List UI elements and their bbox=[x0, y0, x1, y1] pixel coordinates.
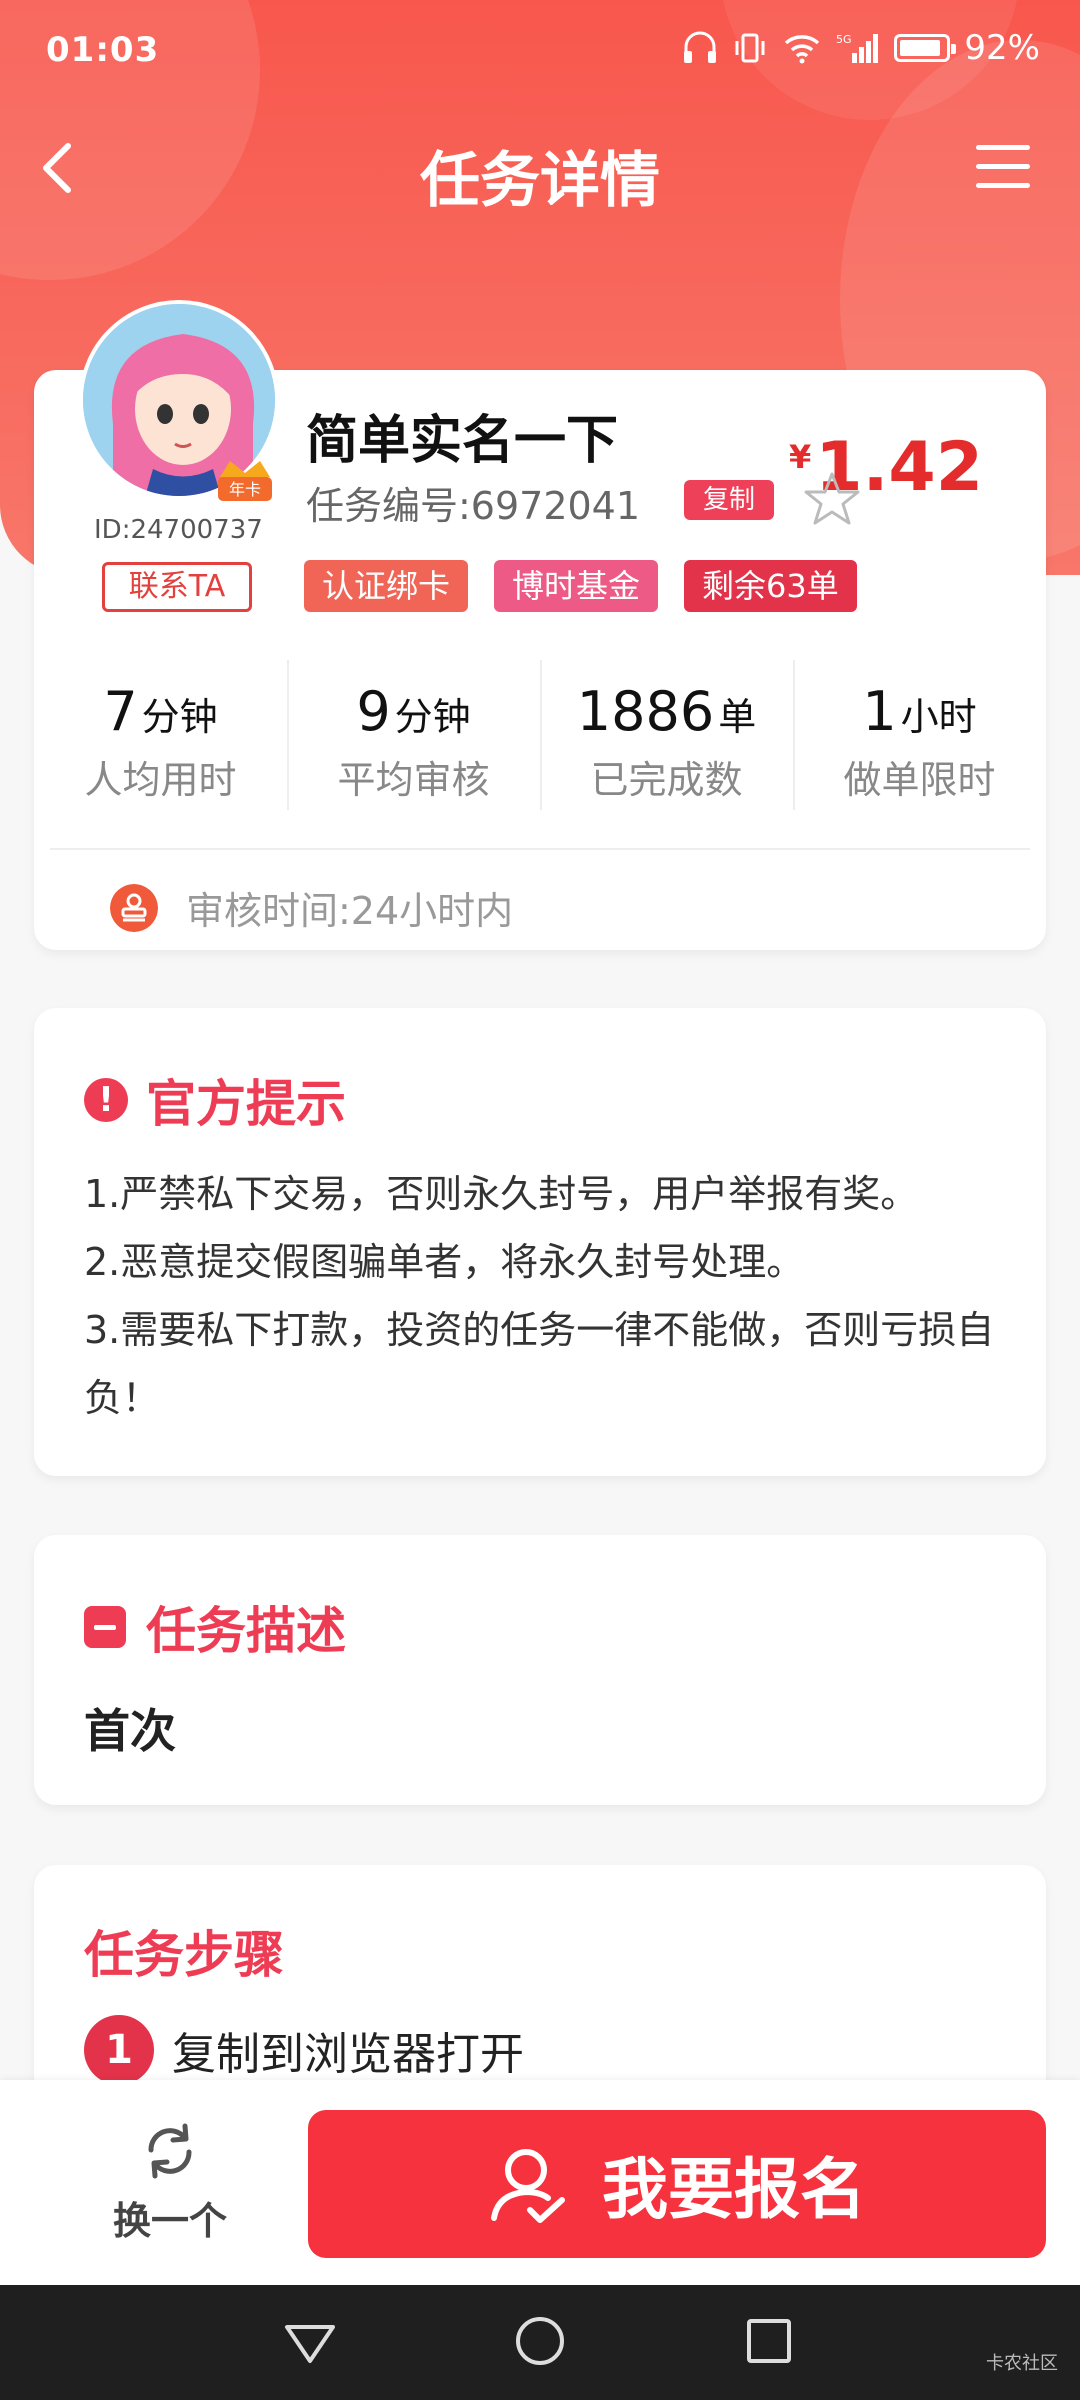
official-notice-card: ! 官方提示 1.严禁私下交易，否则永久封号，用户举报有奖。 2.恶意提交假图骗… bbox=[34, 1008, 1046, 1476]
vibrate-icon bbox=[735, 33, 765, 63]
steps-title: 任务步骤 bbox=[84, 1926, 284, 1984]
divider bbox=[50, 848, 1030, 850]
battery-level bbox=[900, 40, 941, 56]
watermark: 卡农社区 bbox=[986, 2353, 1058, 2374]
signup-label: 我要报名 bbox=[602, 2151, 866, 2228]
stat-avg-time: 7 分钟 人均用时 bbox=[34, 660, 287, 820]
tag-certify-card: 认证绑卡 bbox=[304, 560, 469, 612]
contact-button[interactable]: 联系TA bbox=[102, 562, 252, 612]
stat-label: 人均用时 bbox=[84, 758, 237, 802]
stat-label: 平均审核 bbox=[337, 758, 490, 802]
tag-remaining: 剩余63单 bbox=[684, 560, 857, 612]
tag-list: 认证绑卡 博时基金 剩余63单 bbox=[304, 560, 857, 612]
review-time-row: 审核时间:24小时内 bbox=[110, 880, 513, 935]
nav-home-icon[interactable] bbox=[516, 2317, 564, 2365]
status-time: 01:03 bbox=[46, 30, 160, 70]
stat-completed: 1886 单 已完成数 bbox=[540, 660, 793, 820]
nav-recent-icon[interactable] bbox=[747, 2319, 791, 2363]
notice-item: 1.严禁私下交易，否则永久封号，用户举报有奖。 bbox=[84, 1172, 919, 1216]
task-description-card: 任务描述 首次 bbox=[34, 1535, 1046, 1805]
user-check-icon bbox=[491, 2149, 565, 2223]
stat-unit: 小时 bbox=[900, 695, 977, 739]
stat-time-limit: 1 小时 做单限时 bbox=[793, 660, 1046, 820]
task-number: 任务编号:6972041 bbox=[306, 484, 641, 528]
tag-fund: 博时基金 bbox=[494, 560, 659, 612]
notice-item: 3.需要私下打款，投资的任务一律不能做，否则亏损自负！ bbox=[84, 1308, 995, 1420]
step-item: 1 复制到浏览器打开 bbox=[84, 2015, 524, 2085]
description-title-row: 任务描述 bbox=[84, 1591, 346, 1663]
battery-icon bbox=[894, 34, 957, 62]
description-title: 任务描述 bbox=[146, 1602, 346, 1660]
battery-percent: 92% bbox=[964, 28, 1040, 68]
notice-item: 2.恶意提交假图骗单者，将永久封号处理。 bbox=[84, 1240, 805, 1284]
page-title: 任务详情 bbox=[420, 146, 660, 216]
year-card-badge-icon: 年卡 bbox=[218, 461, 272, 501]
description-text: 首次 bbox=[84, 1704, 176, 1758]
notice-list: 1.严禁私下交易，否则永久封号，用户举报有奖。 2.恶意提交假图骗单者，将永久封… bbox=[84, 1160, 1006, 1432]
copy-button[interactable]: 复制 bbox=[684, 480, 774, 520]
alert-icon: ! bbox=[84, 1078, 128, 1122]
stat-value: 7 bbox=[103, 680, 138, 743]
stat-unit: 单 bbox=[718, 695, 757, 739]
network-type: 5G bbox=[836, 33, 852, 46]
stat-label: 已完成数 bbox=[590, 758, 743, 802]
star-icon[interactable] bbox=[802, 470, 862, 530]
step-text: 复制到浏览器打开 bbox=[172, 2029, 524, 2080]
task-info-card: 年卡 ID:24700737 联系TA 简单实名一下 任务编号:6972041 … bbox=[34, 300, 1046, 950]
notice-title-row: ! 官方提示 bbox=[84, 1064, 346, 1136]
switch-label: 换一个 bbox=[112, 2199, 227, 2243]
stat-unit: 分钟 bbox=[394, 695, 471, 739]
user-id: ID:24700737 bbox=[94, 515, 263, 545]
status-icons: 5G 92% bbox=[682, 28, 1040, 68]
stat-unit: 分钟 bbox=[141, 695, 218, 739]
stat-avg-review: 9 分钟 平均审核 bbox=[287, 660, 540, 820]
signup-button[interactable]: 我要报名 bbox=[308, 2110, 1046, 2258]
signal-icon: 5G bbox=[836, 33, 879, 63]
stats-row: 7 分钟 人均用时 9 分钟 平均审核 1886 单 已完成数 1 小时 做单限时 bbox=[34, 660, 1046, 820]
document-icon bbox=[84, 1606, 126, 1648]
review-time: 审核时间:24小时内 bbox=[186, 889, 514, 933]
step-number: 1 bbox=[84, 2015, 154, 2085]
headphones-icon bbox=[684, 31, 717, 63]
refresh-icon bbox=[148, 2123, 192, 2179]
wifi-icon bbox=[785, 35, 820, 64]
stat-label: 做单限时 bbox=[843, 758, 996, 802]
stamp-icon bbox=[110, 883, 158, 932]
menu-icon[interactable] bbox=[976, 145, 1030, 193]
avatar-badge-label: 年卡 bbox=[229, 480, 261, 499]
title-bar: 任务详情 bbox=[0, 120, 1080, 220]
stat-value: 1886 bbox=[576, 680, 715, 743]
switch-task-button[interactable]: 换一个 bbox=[80, 2120, 260, 2245]
nav-back-icon[interactable] bbox=[283, 2323, 337, 2365]
bottom-action-bar: 换一个 我要报名 bbox=[0, 2080, 1080, 2285]
status-bar: 01:03 5G 92% bbox=[0, 0, 1080, 100]
stat-value: 9 bbox=[356, 680, 391, 743]
task-title: 简单实名一下 bbox=[306, 411, 619, 471]
system-nav-bar: 卡农社区 bbox=[0, 2285, 1080, 2400]
stat-value: 1 bbox=[862, 680, 897, 743]
notice-title: 官方提示 bbox=[146, 1075, 346, 1133]
